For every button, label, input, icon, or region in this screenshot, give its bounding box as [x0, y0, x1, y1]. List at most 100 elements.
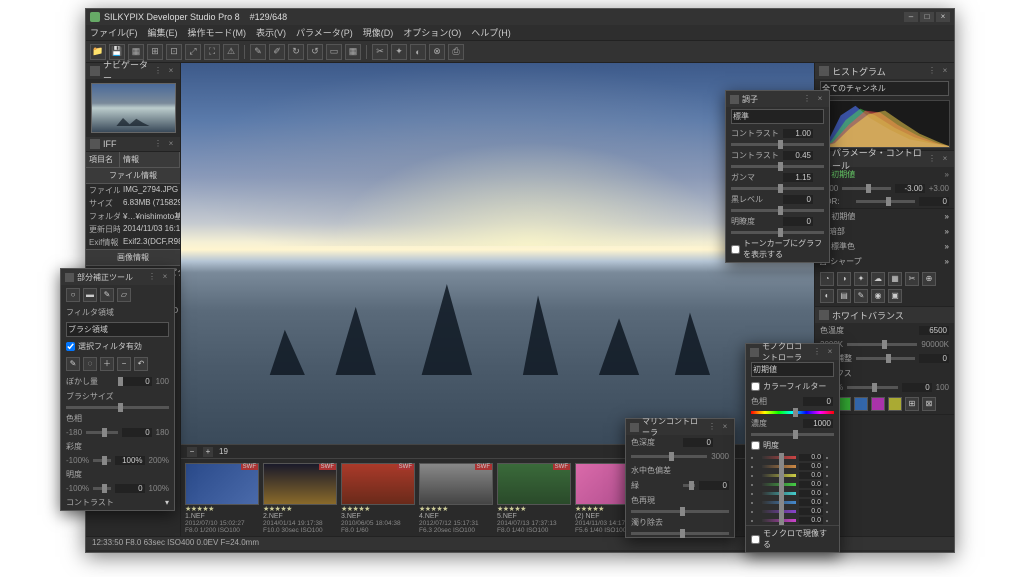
- mono-channel-slider[interactable]: 0.0: [746, 471, 839, 480]
- panel-menu-icon[interactable]: ⋮: [812, 347, 822, 357]
- tool-warn-icon[interactable]: ⚠: [223, 44, 239, 60]
- minimize-button[interactable]: –: [904, 12, 918, 22]
- tone-clarity-value[interactable]: 0: [783, 217, 813, 226]
- partial-add-icon[interactable]: ＋: [100, 357, 114, 371]
- panel-close-icon[interactable]: ×: [940, 66, 950, 76]
- marine-green-slider[interactable]: [683, 484, 695, 487]
- adj-icon-8[interactable]: ◐: [820, 289, 834, 303]
- thumb-rating[interactable]: ★★★★★: [497, 505, 571, 513]
- tool-rot2-icon[interactable]: ↺: [307, 44, 323, 60]
- mono-hue-slider[interactable]: [751, 411, 834, 414]
- wb-mix-slider[interactable]: [847, 386, 898, 389]
- thumb-rating[interactable]: ★★★★★: [185, 505, 259, 513]
- panel-menu-icon[interactable]: ⋮: [147, 272, 157, 282]
- menu-view[interactable]: 表示(V): [256, 26, 286, 39]
- filmstrip-thumb[interactable]: SWF ★★★★★ 1.NEF 2012/07/10 15:02:27 F8.0…: [185, 463, 259, 534]
- swatch-yellow[interactable]: [888, 397, 902, 411]
- tool-fit-icon[interactable]: ⛶: [204, 44, 220, 60]
- marine-depth-slider[interactable]: [631, 455, 707, 458]
- tool-brush-icon[interactable]: ✐: [269, 44, 285, 60]
- tool-print-icon[interactable]: ⎙: [448, 44, 464, 60]
- tone-black-value[interactable]: 0: [783, 195, 813, 204]
- tone-gamma-value[interactable]: 1.15: [783, 173, 813, 182]
- tone-center-slider[interactable]: [731, 165, 824, 168]
- partial-polygon-icon[interactable]: ▱: [117, 288, 131, 302]
- tool-rot-icon[interactable]: ↻: [288, 44, 304, 60]
- menu-edit[interactable]: 編集(E): [148, 26, 178, 39]
- filmstrip-thumb[interactable]: SWF ★★★★★ 4.NEF 2012/07/12 15:17:31 F6.3…: [419, 463, 493, 534]
- tool-rect-icon[interactable]: ▭: [326, 44, 342, 60]
- navigator-thumbnail[interactable]: [91, 83, 176, 133]
- wb-temp-slider[interactable]: [847, 343, 917, 346]
- panel-menu-icon[interactable]: ⋮: [707, 422, 717, 432]
- bright-slider[interactable]: [93, 487, 110, 490]
- mono-density-slider[interactable]: [751, 433, 834, 436]
- adj-icon-1[interactable]: ◔: [820, 272, 834, 286]
- panel-close-icon[interactable]: ×: [160, 272, 170, 282]
- panel-menu-icon[interactable]: ⋮: [802, 94, 812, 104]
- wb-grid-icon[interactable]: ⊞: [905, 397, 919, 411]
- zoom-in-button[interactable]: +: [203, 447, 213, 457]
- tone-center-value[interactable]: 0.45: [783, 151, 813, 160]
- tool-sel-icon[interactable]: ✂: [372, 44, 388, 60]
- lightness-checkbox[interactable]: [751, 441, 760, 450]
- mono-channel-slider[interactable]: 0.0: [746, 453, 839, 462]
- thumb-rating[interactable]: ★★★★★: [419, 505, 493, 513]
- mono-channel-slider[interactable]: 0.0: [746, 489, 839, 498]
- menu-mode[interactable]: 操作モード(M): [188, 26, 247, 39]
- partial-undo-icon[interactable]: ↶: [134, 357, 148, 371]
- menu-develop[interactable]: 現像(D): [363, 26, 394, 39]
- tool-5-icon[interactable]: ⊡: [166, 44, 182, 60]
- filmstrip-thumb[interactable]: SWF ★★★★★ 2.NEF 2014/01/14 19:17:38 F10.…: [263, 463, 337, 534]
- panel-menu-icon[interactable]: ⋮: [153, 139, 163, 149]
- adj-icon-9[interactable]: ▤: [837, 289, 851, 303]
- adj-icon-12[interactable]: ▣: [888, 289, 902, 303]
- adj-icon-3[interactable]: ✦: [854, 272, 868, 286]
- mono-channel-slider[interactable]: 0.0: [746, 507, 839, 516]
- tone-contrast-value[interactable]: 1.00: [783, 129, 813, 138]
- mono-channel-slider[interactable]: 0.0: [746, 516, 839, 525]
- panel-close-icon[interactable]: ×: [815, 94, 825, 104]
- thumb-rating[interactable]: ★★★★★: [263, 505, 337, 513]
- tone-curve-checkbox[interactable]: [731, 245, 740, 254]
- preview-viewport[interactable]: [181, 63, 814, 444]
- mono-channel-slider[interactable]: 0.0: [746, 498, 839, 507]
- panel-menu-icon[interactable]: ⋮: [927, 154, 937, 164]
- partial-grad-icon[interactable]: ▬: [83, 288, 97, 302]
- menu-option[interactable]: オプション(O): [403, 26, 461, 39]
- wb-shift-slider[interactable]: [856, 357, 915, 360]
- menu-file[interactable]: ファイル(F): [90, 26, 138, 39]
- tool-expand-icon[interactable]: ⤢: [185, 44, 201, 60]
- exposure-slider[interactable]: [842, 187, 891, 190]
- wb-lock-icon[interactable]: ⊠: [922, 397, 936, 411]
- adj-icon-7[interactable]: ⊕: [922, 272, 936, 286]
- marine-muddy-slider[interactable]: [631, 532, 729, 535]
- tool-x-icon[interactable]: ⊗: [429, 44, 445, 60]
- close-button[interactable]: ×: [936, 12, 950, 22]
- sat-slider[interactable]: [93, 459, 110, 462]
- color-filter-checkbox[interactable]: [751, 382, 760, 391]
- brush-area-select[interactable]: ブラシ領域: [66, 322, 169, 337]
- swatch-magenta[interactable]: [871, 397, 885, 411]
- adj-icon-5[interactable]: ▦: [888, 272, 902, 286]
- tone-contrast-slider[interactable]: [731, 143, 824, 146]
- panel-menu-icon[interactable]: ⋮: [927, 66, 937, 76]
- marine-natural-slider[interactable]: [631, 510, 729, 513]
- maximize-button[interactable]: □: [920, 12, 934, 22]
- panel-close-icon[interactable]: ×: [825, 347, 835, 357]
- expand-icon[interactable]: »: [945, 170, 949, 179]
- adj-icon-4[interactable]: ☁: [871, 272, 885, 286]
- menu-help[interactable]: ヘルプ(H): [471, 26, 511, 39]
- panel-close-icon[interactable]: ×: [940, 154, 950, 164]
- wb-temp-value[interactable]: 6500: [919, 326, 949, 335]
- partial-brush-icon[interactable]: ✎: [100, 288, 114, 302]
- panel-close-icon[interactable]: ×: [166, 66, 176, 76]
- tone-gamma-slider[interactable]: [731, 187, 824, 190]
- tool-pipette-icon[interactable]: ✎: [250, 44, 266, 60]
- partial-erase-icon[interactable]: ◌: [83, 357, 97, 371]
- zoom-out-button[interactable]: −: [187, 447, 197, 457]
- mono-apply-checkbox[interactable]: [751, 535, 760, 544]
- partial-sub-icon[interactable]: −: [117, 357, 131, 371]
- wb-shift-value[interactable]: 0: [919, 354, 949, 363]
- panel-menu-icon[interactable]: ⋮: [153, 66, 163, 76]
